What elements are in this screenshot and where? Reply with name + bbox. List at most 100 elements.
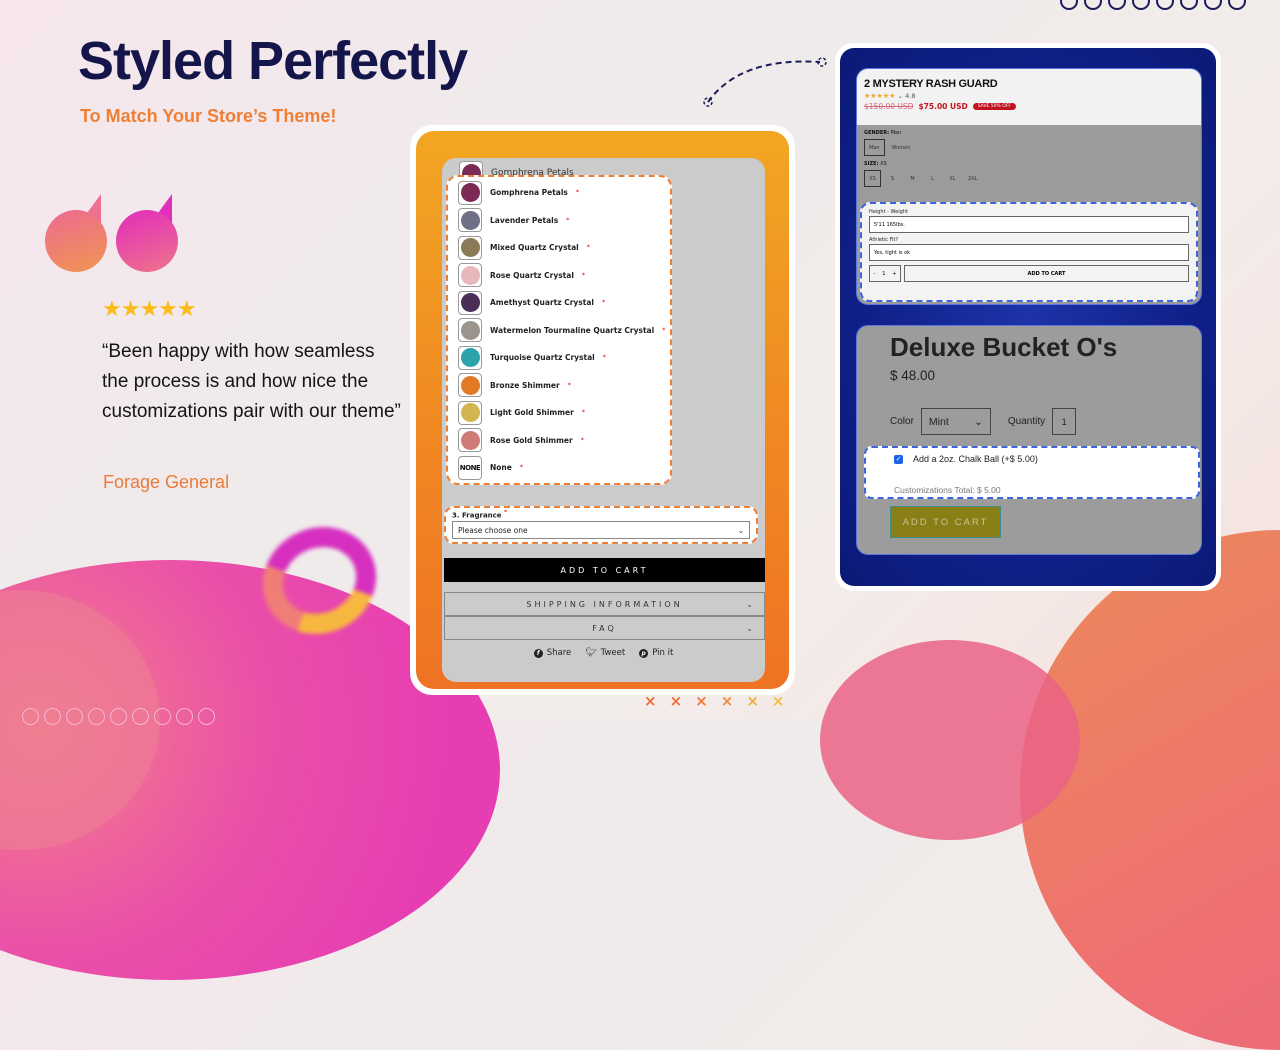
accordion-faq[interactable]: FAQ ⌄: [444, 616, 765, 640]
quote-mark-icon: [45, 194, 107, 272]
chevron-down-icon: ⌄: [746, 623, 756, 633]
fragrance-placeholder: Please choose one: [458, 525, 528, 535]
swatch-thumbnail: [458, 290, 482, 315]
pin-link[interactable]: p Pin it: [639, 648, 673, 658]
swatch-thumbnail: [458, 428, 482, 453]
pinterest-icon: p: [639, 648, 649, 658]
quote-mark-icon: [116, 194, 178, 272]
dashed-arrow-icon: [703, 57, 827, 107]
customizations-total: Customizations Total: $ 5.00: [894, 485, 1001, 495]
customization-form: Height - Weight 5'11 165lbs. Athletic Fi…: [860, 202, 1198, 302]
twitter-icon: 🐦︎: [585, 648, 597, 658]
swatch-option-label: Turquoise Quartz Crystal: [490, 353, 595, 363]
rating-stars: ★★★★★: [102, 297, 197, 322]
facebook-icon: f: [533, 648, 543, 658]
swatch-thumbnail: [458, 263, 482, 288]
bucket-product: Deluxe Bucket O's $ 48.00 Color Mint ⌄ Qu…: [856, 325, 1202, 555]
swatch-option-label: None: [490, 463, 512, 473]
swatch-option-label: Rose Quartz Crystal: [490, 270, 574, 280]
size-option[interactable]: XL: [944, 170, 961, 187]
swatch-option[interactable]: Rose Quartz Crystal *: [458, 262, 670, 290]
swatch-option[interactable]: Amethyst Quartz Crystal *: [458, 289, 670, 317]
accordion-shipping-information[interactable]: SHIPPING INFORMATION ⌄: [444, 592, 765, 616]
gender-option-women[interactable]: Women: [888, 139, 915, 156]
athletic-fit-input[interactable]: Yes, tight is ok: [869, 244, 1189, 261]
fragrance-label: 3. Fragrance *: [452, 510, 508, 520]
size-option[interactable]: S: [884, 170, 901, 187]
swatch-option[interactable]: Mixed Quartz Crystal *: [458, 234, 670, 262]
original-price: $150.00 USD: [864, 102, 914, 111]
tweet-link[interactable]: 🐦︎ Tweet: [585, 648, 625, 658]
product-rating: ★★★★★ ⌄ 4.8: [864, 92, 916, 100]
swatch-thumbnail: NONE: [458, 455, 482, 480]
swatch-option[interactable]: Bronze Shimmer *: [458, 372, 670, 400]
swatch-thumbnail: [458, 345, 482, 370]
swatch-option[interactable]: Lavender Petals *: [458, 207, 670, 235]
swatch-option-label: Gomphrena Petals: [490, 188, 568, 198]
add-to-cart-button[interactable]: ADD TO CART: [890, 506, 1001, 538]
addon-box: ✓ Add a 2oz. Chalk Ball (+$ 5.00) Custom…: [864, 446, 1200, 499]
swatch-thumbnail: [458, 235, 482, 260]
add-to-cart-button[interactable]: ADD TO CART: [444, 558, 765, 582]
background-blob-pink-right: [820, 640, 1080, 840]
testimonial-author: Forage General: [103, 472, 230, 492]
store-preview-left: Gomphrena Petals Gomphrena Petals * Lavend…: [410, 125, 795, 695]
size-option[interactable]: 2XL: [964, 170, 981, 187]
size-options: XS S M L XL 2XL: [864, 170, 1201, 187]
quantity-stepper[interactable]: - 1 +: [869, 265, 901, 282]
add-to-cart-button[interactable]: ADD TO CART: [904, 265, 1189, 282]
chevron-down-icon: ⌄: [974, 415, 983, 428]
swatch-option[interactable]: Gomphrena Petals *: [458, 179, 670, 207]
swatch-option-label: Light Gold Shimmer: [490, 408, 574, 418]
chevron-down-icon: ⌄: [746, 599, 756, 609]
product-page-left: Gomphrena Petals Gomphrena Petals * Lavend…: [442, 158, 765, 682]
product-price: $150.00 USD $75.00 USD SAVE 50% OFF: [864, 102, 1194, 111]
swatch-dropdown-list[interactable]: Gomphrena Petals * Lavender Petals * Mixed Q…: [446, 175, 672, 485]
swatch-option[interactable]: Rose Gold Shimmer *: [458, 427, 670, 455]
addon-checkbox[interactable]: ✓: [894, 454, 903, 464]
addon-label: Add a 2oz. Chalk Ball (+$ 5.00): [913, 454, 1038, 464]
qty-plus-button[interactable]: +: [892, 271, 896, 277]
qty-minus-button[interactable]: -: [873, 271, 875, 277]
size-option[interactable]: XS: [864, 170, 881, 187]
swatch-option[interactable]: Turquoise Quartz Crystal *: [458, 344, 670, 372]
color-value: Mint: [928, 415, 949, 428]
quantity-label: Quantity: [1007, 416, 1046, 427]
height-weight-input[interactable]: 5'11 165lbs.: [869, 216, 1189, 233]
decorative-circles-top: [1060, 0, 1246, 10]
swatch-option[interactable]: NONE None *: [458, 454, 670, 482]
sale-price: $75.00 USD: [918, 102, 968, 111]
gender-label: GENDER: Man: [864, 130, 902, 136]
swatch-thumbnail: [458, 208, 482, 233]
page-title: Styled Perfectly: [78, 31, 468, 91]
chevron-down-icon: ⌄: [737, 525, 744, 535]
swatch-option-label: Mixed Quartz Crystal: [490, 243, 579, 253]
color-select[interactable]: Mint ⌄: [920, 408, 991, 435]
product-title: Deluxe Bucket O's: [890, 332, 1118, 362]
size-option[interactable]: L: [924, 170, 941, 187]
share-facebook-link[interactable]: f Share: [533, 648, 571, 658]
decorative-circles-bottom: [22, 708, 215, 725]
athletic-fit-label: Athletic Fit?: [869, 237, 899, 243]
swatch-thumbnail: [458, 373, 482, 398]
discount-badge: SAVE 50% OFF: [972, 103, 1016, 110]
quantity-input[interactable]: 1: [1052, 408, 1077, 435]
rash-guard-product: 2 MYSTERY RASH GUARD ★★★★★ ⌄ 4.8 $150.00…: [856, 68, 1202, 305]
swatch-option-label: Amethyst Quartz Crystal: [490, 298, 594, 308]
swatch-option-label: Lavender Petals: [490, 215, 559, 225]
social-share-bar: f Share 🐦︎ Tweet p Pin it: [442, 648, 765, 658]
accordion-label: SHIPPING INFORMATION: [526, 599, 683, 609]
size-option[interactable]: M: [904, 170, 921, 187]
fragrance-select[interactable]: Please choose one ⌄: [452, 521, 750, 540]
swatch-option-label: Watermelon Tourmaline Quartz Crystal: [490, 325, 655, 335]
swatch-thumbnail: [458, 180, 482, 205]
color-label: Color: [890, 416, 914, 427]
accordion-label: FAQ: [592, 623, 617, 633]
swatch-option[interactable]: Watermelon Tourmaline Quartz Crystal *: [458, 317, 670, 345]
store-preview-right: 2 MYSTERY RASH GUARD ★★★★★ ⌄ 4.8 $150.00…: [835, 43, 1221, 591]
gender-option-man[interactable]: Man: [864, 139, 885, 156]
swatch-option[interactable]: Light Gold Shimmer *: [458, 399, 670, 427]
height-weight-label: Height - Weight: [869, 209, 908, 215]
testimonial-quote: “Been happy with how seamless the proces…: [102, 341, 401, 422]
swatch-thumbnail: [458, 400, 482, 425]
